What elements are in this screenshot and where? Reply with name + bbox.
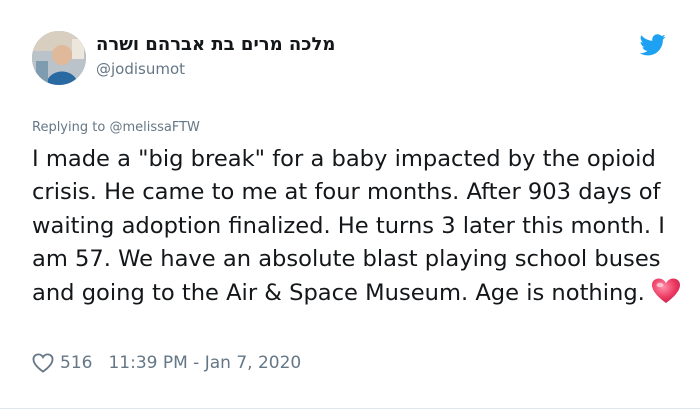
twitter-bird-icon[interactable] bbox=[639, 34, 666, 56]
reply-mention-link[interactable]: @melissaFTW bbox=[109, 120, 199, 135]
tweet-timestamp[interactable]: 11:39 PM - Jan 7, 2020 bbox=[108, 353, 301, 373]
heart-outline-icon[interactable] bbox=[32, 353, 54, 373]
like-count[interactable]: 516 bbox=[60, 353, 92, 373]
avatar[interactable] bbox=[32, 31, 86, 85]
avatar-photo bbox=[32, 31, 86, 85]
heart-emoji-icon bbox=[651, 278, 681, 304]
tweet-text-block: I made a "big break" for a baby impacted… bbox=[32, 143, 682, 310]
author-handle[interactable]: @jodisumot bbox=[96, 60, 185, 78]
tweet-text: I made a "big break" for a baby impacted… bbox=[32, 146, 665, 306]
tweet-footer: 516 11:39 PM - Jan 7, 2020 bbox=[32, 350, 301, 376]
author-display-name[interactable]: מלכה מרים בת אברהם ושרה bbox=[96, 34, 335, 55]
reply-context: Replying to @melissaFTW bbox=[32, 120, 200, 135]
tweet-card: מלכה מרים בת אברהם ושרה @jodisumot Reply… bbox=[0, 0, 700, 409]
reply-prefix: Replying to bbox=[32, 120, 106, 135]
